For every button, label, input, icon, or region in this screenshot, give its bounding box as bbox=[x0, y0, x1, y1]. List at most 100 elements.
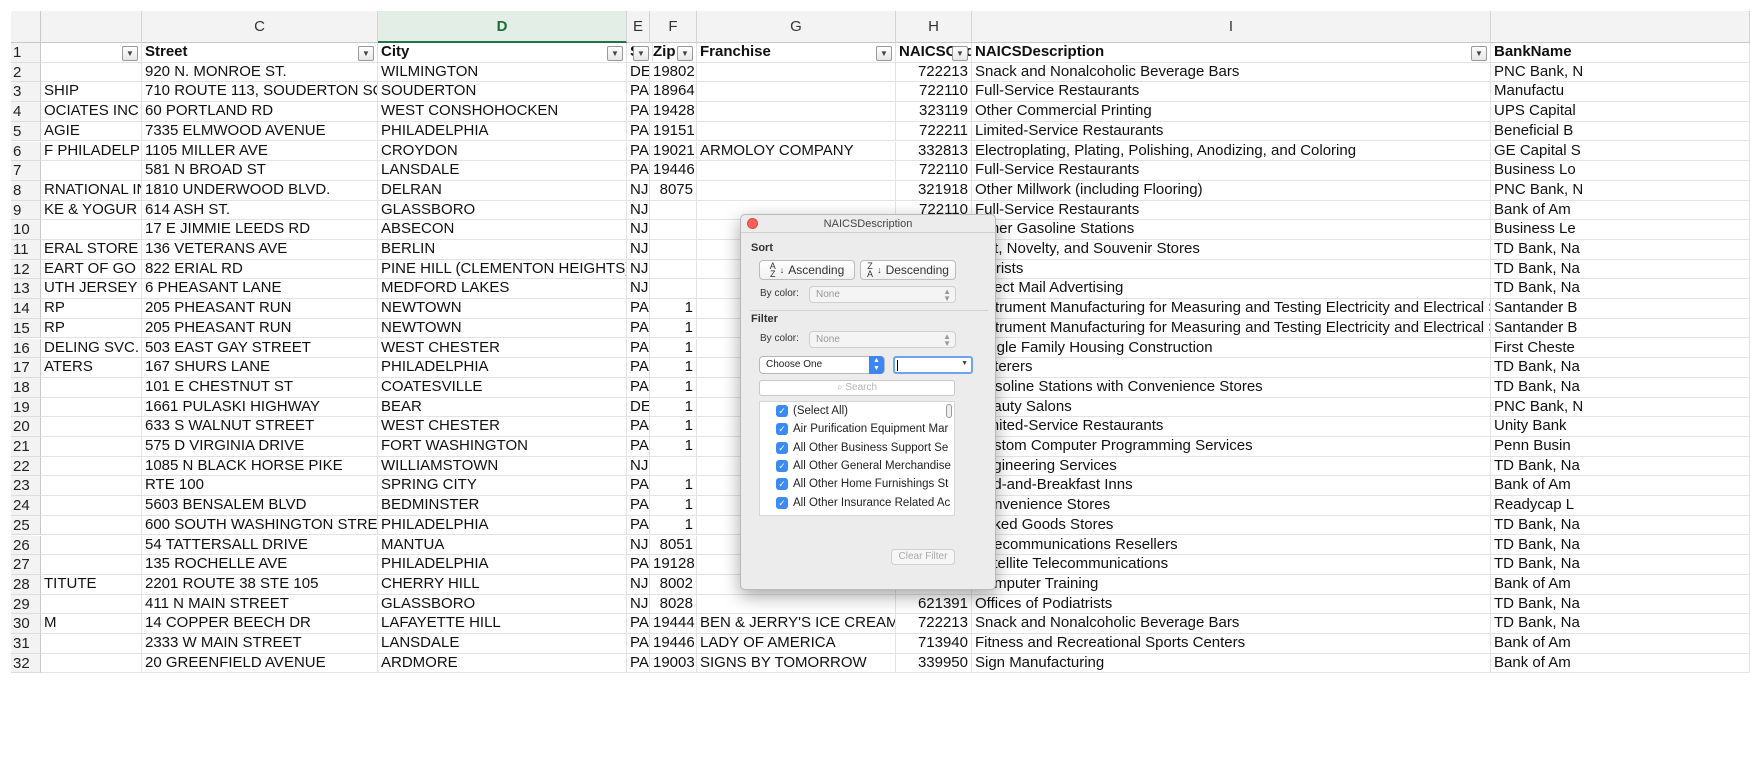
table-cell[interactable]: DE bbox=[627, 397, 650, 418]
table-cell[interactable]: 17 E JIMMIE LEEDS RD bbox=[142, 220, 378, 240]
filter-list-item[interactable]: ✓ Air Purification Equipment Mar bbox=[760, 420, 954, 438]
table-cell[interactable]: Bank of Am bbox=[1491, 476, 1750, 497]
table-cell[interactable]: 1 bbox=[650, 358, 697, 378]
table-cell[interactable]: PA bbox=[627, 417, 650, 437]
table-cell[interactable] bbox=[650, 220, 697, 240]
row-header[interactable]: 28 bbox=[11, 574, 41, 595]
table-cell[interactable]: PNC Bank, N bbox=[1491, 180, 1750, 201]
table-cell[interactable]: LADY OF AMERICA bbox=[697, 634, 896, 654]
table-cell[interactable]: Offices of Podiatrists bbox=[972, 594, 1491, 615]
table-cell[interactable] bbox=[650, 456, 697, 477]
table-cell[interactable]: Caterers bbox=[972, 358, 1491, 378]
table-cell[interactable]: Satellite Telecommunications bbox=[972, 555, 1491, 575]
table-cell[interactable]: SIGNS BY TOMORROW bbox=[697, 653, 896, 674]
table-cell[interactable]: PA bbox=[627, 318, 650, 339]
table-cell[interactable]: PA bbox=[627, 377, 650, 398]
table-cell[interactable]: TD Bank, Na bbox=[1491, 594, 1750, 615]
table-cell[interactable] bbox=[697, 180, 896, 201]
table-cell[interactable]: Florists bbox=[972, 259, 1491, 280]
table-cell[interactable]: NJ bbox=[627, 594, 650, 615]
filter-dropdown-icon[interactable]: ▼ bbox=[358, 46, 374, 61]
row-header[interactable]: 32 bbox=[11, 653, 41, 674]
table-cell[interactable]: PA bbox=[627, 634, 650, 654]
table-cell[interactable]: 8002 bbox=[650, 574, 697, 595]
row-header[interactable]: 13 bbox=[11, 279, 41, 300]
table-cell[interactable]: 135 ROCHELLE AVE bbox=[142, 555, 378, 575]
row-header[interactable]: 30 bbox=[11, 614, 41, 634]
table-cell[interactable]: TD Bank, Na bbox=[1491, 377, 1750, 398]
chevron-down-icon[interactable]: ▼ bbox=[961, 360, 968, 367]
table-cell[interactable]: 920 N. MONROE ST. bbox=[142, 62, 378, 83]
table-cell[interactable]: NEWTOWN bbox=[378, 299, 627, 319]
table-cell[interactable]: GLASSBORO bbox=[378, 200, 627, 221]
table-cell[interactable]: 8075 bbox=[650, 180, 697, 201]
table-cell[interactable]: 1 bbox=[650, 437, 697, 457]
column-header[interactable]: C bbox=[142, 11, 378, 43]
table-cell[interactable]: 14 COPPER BEECH DR bbox=[142, 614, 378, 634]
criteria-value-field[interactable]: ▼ bbox=[893, 356, 973, 374]
table-cell[interactable]: LANSDALE bbox=[378, 161, 627, 181]
filter-dropdown-icon[interactable]: ▼ bbox=[952, 46, 968, 61]
table-cell[interactable]: 136 VETERANS AVE bbox=[142, 240, 378, 260]
table-cell[interactable]: 20 GREENFIELD AVENUE bbox=[142, 653, 378, 674]
table-cell[interactable]: PA bbox=[627, 515, 650, 536]
table-cell[interactable]: PA bbox=[627, 555, 650, 575]
table-cell[interactable]: SOUDERTON bbox=[378, 82, 627, 103]
row-header[interactable]: 21 bbox=[11, 437, 41, 457]
table-cell[interactable]: 1 bbox=[650, 417, 697, 437]
sort-by-color-select[interactable]: None ▲ ▼ bbox=[809, 286, 956, 303]
table-cell[interactable]: Other Gasoline Stations bbox=[972, 220, 1491, 240]
table-cell[interactable]: Bank of Am bbox=[1491, 634, 1750, 654]
table-cell[interactable]: PA bbox=[627, 102, 650, 122]
checkbox-checked-icon[interactable]: ✓ bbox=[776, 405, 788, 418]
header-cell[interactable]: Zip ▼ bbox=[650, 43, 697, 63]
table-cell[interactable]: Computer Training bbox=[972, 574, 1491, 595]
table-cell[interactable]: TD Bank, Na bbox=[1491, 555, 1750, 575]
table-cell[interactable]: 19128 bbox=[650, 555, 697, 575]
header-cell[interactable]: BankName bbox=[1491, 43, 1750, 63]
table-cell[interactable]: TD Bank, Na bbox=[1491, 614, 1750, 634]
table-cell[interactable]: LANSDALE bbox=[378, 634, 627, 654]
column-header[interactable]: F bbox=[650, 11, 697, 43]
table-cell[interactable]: 19444 bbox=[650, 614, 697, 634]
table-cell[interactable]: 323119 bbox=[896, 102, 972, 122]
table-cell[interactable] bbox=[41, 634, 142, 654]
filter-dropdown-icon[interactable]: ▼ bbox=[633, 46, 649, 61]
table-cell[interactable]: DELRAN bbox=[378, 180, 627, 201]
row-header[interactable]: 3 bbox=[11, 82, 41, 103]
table-cell[interactable]: GLASSBORO bbox=[378, 594, 627, 615]
table-cell[interactable]: DELING SVC. bbox=[41, 338, 142, 359]
row-header[interactable]: 16 bbox=[11, 338, 41, 359]
table-cell[interactable]: LAFAYETTE HILL bbox=[378, 614, 627, 634]
filter-dropdown-icon[interactable]: ▼ bbox=[1471, 46, 1487, 61]
filter-dropdown-icon[interactable]: ▼ bbox=[677, 46, 693, 61]
row-header[interactable]: 7 bbox=[11, 161, 41, 181]
sort-ascending-button[interactable]: AZ ↓ Ascending bbox=[759, 260, 855, 280]
table-cell[interactable]: PA bbox=[627, 82, 650, 103]
row-header[interactable]: 2 bbox=[11, 62, 41, 83]
table-cell[interactable] bbox=[41, 437, 142, 457]
table-cell[interactable]: Full-Service Restaurants bbox=[972, 161, 1491, 181]
table-cell[interactable]: NEWTOWN bbox=[378, 318, 627, 339]
table-cell[interactable]: M bbox=[41, 614, 142, 634]
table-cell[interactable] bbox=[650, 240, 697, 260]
table-cell[interactable]: 19021 bbox=[650, 141, 697, 162]
column-header[interactable] bbox=[41, 11, 142, 43]
table-cell[interactable]: CHERRY HILL bbox=[378, 574, 627, 595]
column-header[interactable]: H bbox=[896, 11, 972, 43]
row-header[interactable]: 24 bbox=[11, 496, 41, 516]
checkbox-checked-icon[interactable]: ✓ bbox=[776, 514, 788, 515]
table-cell[interactable]: 167 SHURS LANE bbox=[142, 358, 378, 378]
table-cell[interactable]: OCIATES INC bbox=[41, 102, 142, 122]
table-cell[interactable]: NJ bbox=[627, 220, 650, 240]
table-cell[interactable]: Snack and Nonalcoholic Beverage Bars bbox=[972, 62, 1491, 83]
column-header[interactable]: D bbox=[378, 11, 627, 43]
table-cell[interactable]: WILMINGTON bbox=[378, 62, 627, 83]
table-cell[interactable]: Gift, Novelty, and Souvenir Stores bbox=[972, 240, 1491, 260]
table-cell[interactable]: UTH JERSEY bbox=[41, 279, 142, 300]
table-cell[interactable]: 205 PHEASANT RUN bbox=[142, 318, 378, 339]
table-cell[interactable]: BERLIN bbox=[378, 240, 627, 260]
header-cell[interactable]: ▼ bbox=[41, 43, 142, 63]
checkbox-checked-icon[interactable]: ✓ bbox=[776, 423, 788, 436]
table-cell[interactable]: PA bbox=[627, 338, 650, 359]
